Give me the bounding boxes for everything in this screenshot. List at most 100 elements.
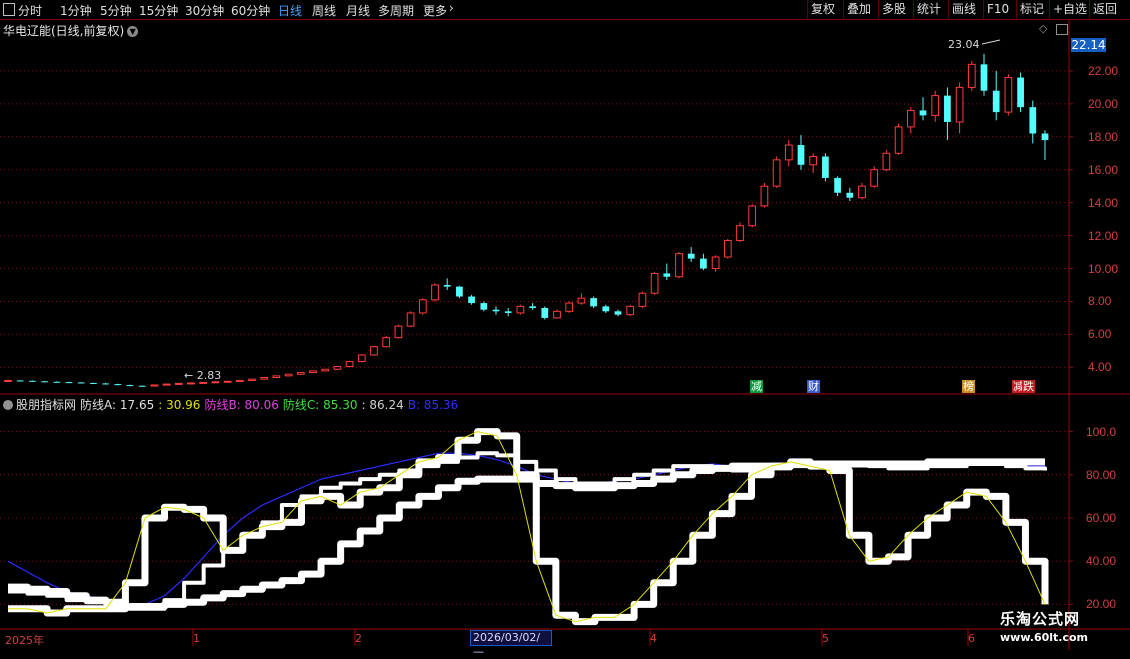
candle-body-down (919, 110, 927, 116)
candle-body-up (382, 337, 391, 348)
indicator-tick-label: 60.00 (1086, 511, 1117, 525)
high-price-label: 23.04 (948, 38, 980, 51)
candle-body-down (614, 311, 622, 315)
cursor-date-label: 2026/03/02/— (470, 630, 552, 658)
event-tag-fall[interactable]: 跌 (1022, 380, 1035, 393)
x-label-jun: 6 (968, 632, 975, 645)
candle-body-down (700, 258, 707, 269)
candle-body-down (29, 380, 36, 382)
candle-body-down (65, 382, 73, 384)
candle-body-up (870, 169, 879, 187)
candle-body-down (980, 64, 988, 91)
candle-body-up (931, 95, 940, 116)
candle-body-up (711, 256, 720, 270)
candle-body-down (53, 381, 61, 383)
candle-body-down (1029, 107, 1037, 134)
x-label-apr: 4 (650, 632, 657, 645)
price-tick-label: 20.00 (1088, 96, 1119, 111)
price-tick-label: 12.00 (1088, 228, 1119, 243)
candle-body-down (846, 192, 854, 198)
candle-body-up (675, 253, 683, 278)
candle-body-down (16, 380, 24, 382)
current-price-badge: 22.14 (1071, 38, 1106, 52)
candle-body-down (102, 383, 109, 385)
candle-body-down (138, 385, 146, 387)
candle-body-up (406, 312, 415, 327)
candle-body-down (797, 145, 805, 165)
candle-body-up (784, 144, 793, 161)
price-tick-label: 8.00 (1088, 294, 1112, 309)
candle-body-down (992, 90, 1000, 113)
event-tag-finance[interactable]: 财 (807, 380, 820, 393)
x-label-year: 2025年 (5, 634, 44, 647)
line-a-extra: : 30.96 (158, 398, 201, 412)
candle-body-up (394, 325, 403, 339)
candle-body-up (638, 292, 647, 307)
event-tag-rank[interactable]: 榜 (962, 380, 975, 393)
x-label-may: 5 (822, 632, 829, 645)
candle-body-up (577, 297, 586, 304)
line-d-label: B: 85.36 (407, 398, 459, 412)
candle-body-down (480, 303, 488, 310)
candle-body-down (114, 384, 122, 386)
candle-body-up (162, 383, 171, 386)
candle-body-up (150, 384, 159, 387)
candle-body-up (553, 310, 561, 319)
candle-body-down (492, 309, 500, 312)
candle-body-down (529, 306, 536, 309)
candle-body-up (418, 299, 427, 314)
indicator-tick-label: 80.00 (1086, 467, 1117, 482)
low-price-label: ← 2.83 (184, 369, 222, 382)
candle-body-down (663, 273, 671, 277)
candle-body-down (456, 286, 463, 297)
candle-body-up (223, 380, 232, 383)
line-a-label: 防线A: 17.65 (80, 398, 155, 412)
line-b-label: 防线B: 80.06 (204, 398, 279, 412)
line-c-extra: : 86.24 (361, 398, 404, 412)
high-arrow (981, 39, 1001, 45)
candle-body-up (357, 354, 366, 363)
candle-body-down (77, 382, 85, 384)
candle-body-up (235, 379, 244, 382)
candle-body-up (955, 86, 964, 123)
candle-body-up (174, 382, 183, 385)
candle-body-up (748, 205, 757, 227)
candle-body-up (626, 305, 635, 316)
candle-body-down (468, 296, 475, 304)
indicator-band-c (8, 458, 1045, 611)
candle-body-down (1041, 133, 1049, 141)
indicator-menu-icon[interactable] (3, 400, 13, 410)
candle-body-down (504, 311, 512, 313)
price-tick-label: 18.00 (1088, 129, 1119, 144)
candle-body-down (602, 306, 610, 312)
candle-body-down (1017, 77, 1024, 108)
candle-body-up (723, 240, 732, 258)
price-tick-label: 16.00 (1088, 162, 1119, 177)
line-c-label: 防线C: 85.30 (282, 398, 358, 412)
indicator-name[interactable]: 股朋指标网 (16, 398, 76, 412)
watermark-url: www.60lt.com (1000, 631, 1089, 644)
candle-body-down (541, 308, 549, 318)
candle-body-down (944, 95, 951, 122)
x-label-jan: 1 (193, 632, 200, 645)
candle-body-up (760, 185, 769, 207)
candle-body-up (882, 152, 891, 171)
price-tick-label: 22.00 (1088, 63, 1119, 78)
candle-body-up (650, 272, 659, 294)
candle-body-up (4, 379, 12, 382)
candle-body-down (126, 385, 134, 387)
event-tag-reduce[interactable]: 减 (750, 380, 763, 393)
candle-body-down (590, 298, 597, 307)
candle-body-up (199, 381, 208, 384)
candle-body-up (516, 305, 525, 314)
price-tick-label: 4.00 (1088, 360, 1112, 375)
candle-body-up (333, 365, 342, 370)
candle-body-up (321, 368, 330, 372)
candle-body-up (309, 370, 317, 374)
candle-body-up (736, 225, 744, 242)
candle-body-up (431, 284, 439, 301)
candle-body-up (1004, 77, 1013, 113)
candle-body-up (894, 126, 903, 154)
candle-body-up (284, 373, 293, 377)
candle-body-down (834, 177, 841, 193)
